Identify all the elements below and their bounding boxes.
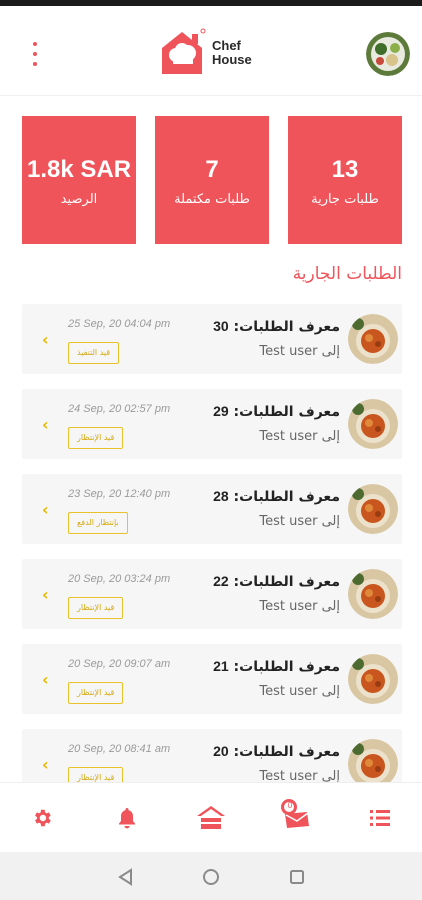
order-recipient: إلى Test user <box>259 769 340 782</box>
section-title: الطلبات الجارية <box>292 264 402 284</box>
order-item[interactable]: معرف الطلبات: 21 إلى Test user 20 Sep, 2… <box>22 644 402 714</box>
ongoing-orders-card[interactable]: 13 طلبات جارية <box>288 116 402 244</box>
ongoing-orders-value: 13 <box>331 156 359 183</box>
chevron-left-icon[interactable]: ‹ <box>42 417 49 433</box>
chef-house-logo: Chef House <box>158 28 252 78</box>
chevron-left-icon[interactable]: ‹ <box>42 332 49 348</box>
bell-icon[interactable] <box>112 803 142 833</box>
food-thumbnail <box>348 569 398 619</box>
messages-icon[interactable]: 0 <box>278 797 312 833</box>
food-thumbnail <box>348 654 398 704</box>
order-status-badge: قيد الإنتظار <box>68 597 124 619</box>
chevron-left-icon[interactable]: ‹ <box>42 757 49 773</box>
order-date: 20 Sep, 20 08:41 am <box>68 743 171 755</box>
food-thumbnail <box>348 739 398 782</box>
order-item[interactable]: معرف الطلبات: 28 إلى Test user 23 Sep, 2… <box>22 474 402 544</box>
order-date: 24 Sep, 20 02:57 pm <box>68 403 171 415</box>
app-header: Chef House <box>0 6 422 96</box>
order-id-label: معرف الطلبات: <box>233 744 340 760</box>
order-recipient: إلى Test user <box>259 684 340 699</box>
completed-orders-value: 7 <box>205 156 219 183</box>
messages-badge-count: 0 <box>287 801 293 810</box>
order-id-label: معرف الطلبات: <box>233 404 340 420</box>
order-id-label: معرف الطلبات: <box>233 319 340 335</box>
order-date: 23 Sep, 20 12:40 pm <box>68 488 171 500</box>
order-id: 29 <box>213 403 229 419</box>
order-status-badge: قيد الإنتظار <box>68 767 124 782</box>
order-recipient: إلى Test user <box>259 429 340 444</box>
order-date: 20 Sep, 20 09:07 am <box>68 658 171 670</box>
order-id-label: معرف الطلبات: <box>233 489 340 505</box>
order-recipient: إلى Test user <box>259 514 340 529</box>
chevron-left-icon[interactable]: ‹ <box>42 672 49 688</box>
order-id: 21 <box>213 658 229 674</box>
order-date: 20 Sep, 20 03:24 pm <box>68 573 171 585</box>
orders-list[interactable]: معرف الطلبات: 30 إلى Test user 25 Sep, 2… <box>22 304 402 782</box>
food-thumbnail <box>348 314 398 364</box>
bottom-navigation: 0 <box>0 782 422 852</box>
system-navigation-bar <box>0 852 422 900</box>
chevron-left-icon[interactable]: ‹ <box>42 587 49 603</box>
kebab-menu-icon[interactable] <box>26 42 44 66</box>
balance-card[interactable]: 1.8k SAR الرصيد <box>22 116 136 244</box>
order-item[interactable]: معرف الطلبات: 22 إلى Test user 20 Sep, 2… <box>22 559 402 629</box>
order-item[interactable]: معرف الطلبات: 20 إلى Test user 20 Sep, 2… <box>22 729 402 782</box>
chevron-left-icon[interactable]: ‹ <box>42 502 49 518</box>
back-icon[interactable] <box>114 866 136 888</box>
chef-hat-logo-icon <box>162 28 206 74</box>
logo-text-line1: Chef <box>212 38 241 53</box>
completed-orders-card[interactable]: 7 طلبات مكتملة <box>155 116 269 244</box>
balance-label: الرصيد <box>60 192 98 207</box>
completed-orders-label: طلبات مكتملة <box>174 192 250 207</box>
balance-value: 1.8k SAR <box>26 156 132 183</box>
order-id-label: معرف الطلبات: <box>233 574 340 590</box>
stats-cards: 1.8k SAR الرصيد 7 طلبات مكتملة 13 طلبات … <box>22 116 402 244</box>
order-recipient: إلى Test user <box>259 344 340 359</box>
order-id: 22 <box>213 573 229 589</box>
order-recipient: إلى Test user <box>259 599 340 614</box>
order-status-badge: قيد التنفيذ <box>68 342 120 364</box>
food-thumbnail <box>348 484 398 534</box>
order-id: 28 <box>213 488 229 504</box>
user-avatar[interactable] <box>366 32 410 76</box>
order-item[interactable]: معرف الطلبات: 30 إلى Test user 25 Sep, 2… <box>22 304 402 374</box>
ongoing-orders-label: طلبات جارية <box>311 192 379 207</box>
order-status-badge: قيد الإنتظار <box>68 427 124 449</box>
home-icon[interactable] <box>196 803 226 833</box>
order-id: 20 <box>213 743 229 759</box>
logo-text-line2: House <box>212 52 252 67</box>
recents-icon[interactable] <box>286 866 308 888</box>
order-status-badge: بإنتظار الدفع <box>68 512 128 534</box>
food-thumbnail <box>348 399 398 449</box>
order-item[interactable]: معرف الطلبات: 29 إلى Test user 24 Sep, 2… <box>22 389 402 459</box>
list-icon[interactable] <box>365 803 395 833</box>
order-id-label: معرف الطلبات: <box>233 659 340 675</box>
settings-icon[interactable] <box>27 803 57 833</box>
order-date: 25 Sep, 20 04:04 pm <box>68 318 171 330</box>
order-id: 30 <box>213 318 229 334</box>
order-status-badge: قيد الإنتظار <box>68 682 124 704</box>
home-circle-icon[interactable] <box>200 866 222 888</box>
